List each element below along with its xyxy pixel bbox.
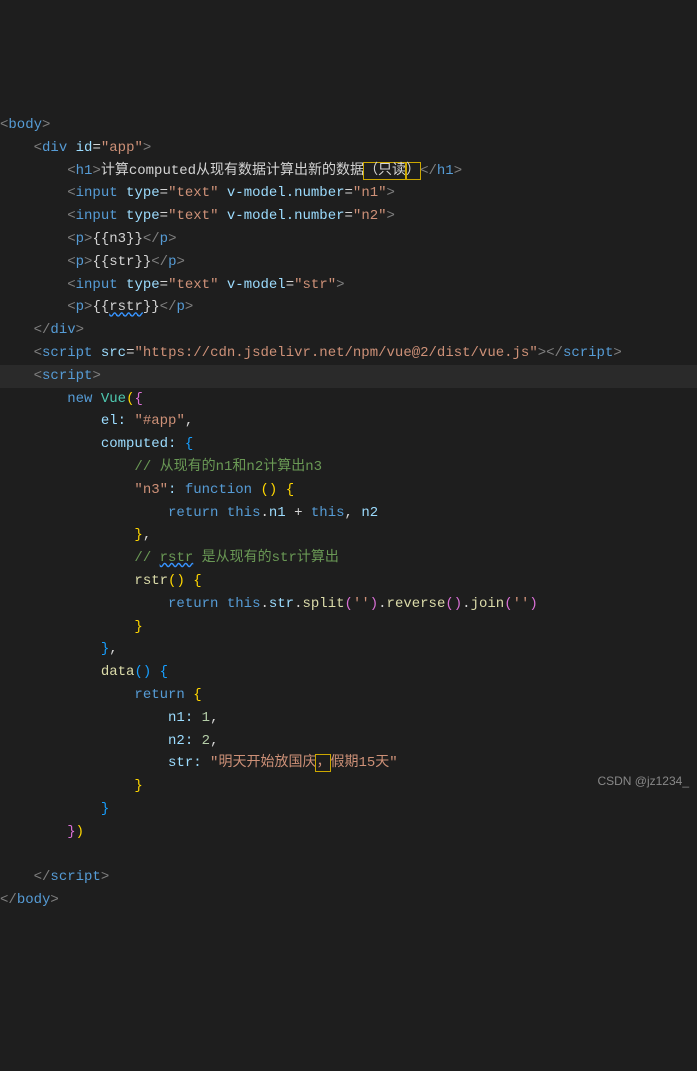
wavy-underline: rstr xyxy=(160,550,194,566)
comment: // rstr 是从现有的str计算出 xyxy=(134,550,338,566)
current-line-highlight: <script> xyxy=(0,365,697,388)
lint-warning: ） xyxy=(405,162,421,180)
code-editor: <body> <div id="app"> <h1>计算computed从现有数… xyxy=(0,91,697,912)
tag-body: body xyxy=(8,117,42,133)
watermark: CSDN @jz1234_ xyxy=(597,770,689,793)
wavy-underline: rstr xyxy=(109,299,143,315)
comment: // 从现有的n1和n2计算出n3 xyxy=(134,459,322,475)
lint-warning: （只读 xyxy=(363,162,407,180)
